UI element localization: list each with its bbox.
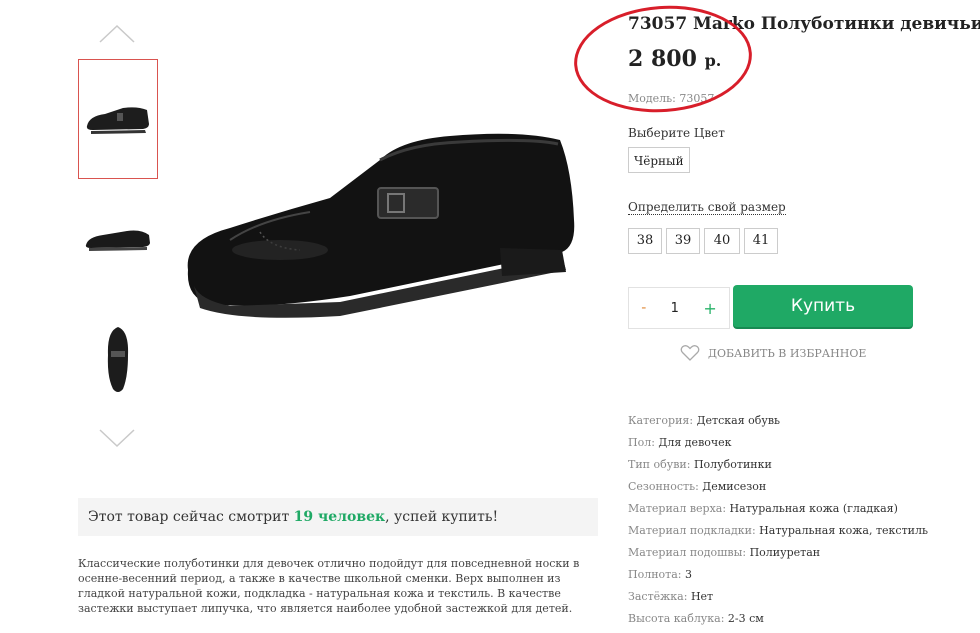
spec-key: Материал подошвы: xyxy=(628,546,747,559)
viewers-banner: Этот товар сейчас смотрит 19 человек, ус… xyxy=(78,498,598,536)
heart-icon xyxy=(680,345,700,361)
thumbnail-1[interactable] xyxy=(78,59,158,179)
spec-key: Высота каблука: xyxy=(628,612,725,625)
viewers-prefix: Этот товар сейчас смотрит xyxy=(88,509,294,525)
spec-value: Натуральная кожа, текстиль xyxy=(759,524,928,537)
color-option-black[interactable]: Чёрный xyxy=(628,147,690,173)
spec-row: Материал подошвы: Полиуретан xyxy=(628,545,968,567)
spec-key: Застёжка: xyxy=(628,590,688,603)
spec-row: Полнота: 3 xyxy=(628,567,968,589)
spec-key: Категория: xyxy=(628,414,694,427)
spec-key: Материал верха: xyxy=(628,502,727,515)
spec-row: Застёжка: Нет xyxy=(628,589,968,611)
thumbnails-up-button[interactable] xyxy=(98,24,136,44)
product-main-image xyxy=(187,133,575,318)
shoe-thumbnail-image xyxy=(86,107,149,134)
chevron-up-icon xyxy=(99,24,135,43)
spec-row: Тип обуви: Полуботинки xyxy=(628,457,968,479)
spec-key: Пол: xyxy=(628,436,655,449)
spec-row: Сезонность: Демисезон xyxy=(628,479,968,501)
size-option[interactable]: 39 xyxy=(666,228,700,254)
spec-row: Категория: Детская обувь xyxy=(628,413,968,435)
viewers-count: 19 человек xyxy=(293,509,386,525)
shoe-side-thumbnail-image xyxy=(85,230,150,251)
quantity-plus-button[interactable]: + xyxy=(703,299,716,318)
chevron-down-icon xyxy=(99,429,135,448)
shoe-top-thumbnail-image xyxy=(107,327,129,392)
add-to-favorites-label: ДОБАВИТЬ В ИЗБРАННОЕ xyxy=(708,346,867,360)
spec-key: Сезонность: xyxy=(628,480,699,493)
size-option[interactable]: 38 xyxy=(628,228,662,254)
size-option[interactable]: 40 xyxy=(704,228,740,254)
spec-value: 2-3 см xyxy=(727,612,764,625)
buy-button[interactable]: Купить xyxy=(733,285,913,327)
quantity-minus-button[interactable]: - xyxy=(641,300,646,316)
thumbnail-2[interactable] xyxy=(78,178,158,298)
product-specs: Категория: Детская обувь Пол: Для девоче… xyxy=(628,413,968,633)
spec-key: Полнота: xyxy=(628,568,682,581)
spec-row: Материал верха: Натуральная кожа (гладка… xyxy=(628,501,968,523)
spec-value: Натуральная кожа (гладкая) xyxy=(729,502,898,515)
spec-value: Для девочек xyxy=(658,436,732,449)
spec-key: Тип обуви: xyxy=(628,458,691,471)
spec-value: 3 xyxy=(685,568,693,581)
thumbnail-3[interactable] xyxy=(78,300,158,420)
spec-value: Демисезон xyxy=(702,480,767,493)
product-description: Классические полуботинки для девочек отл… xyxy=(78,557,580,615)
spec-value: Нет xyxy=(690,590,714,603)
spec-row: Материал подкладки: Натуральная кожа, те… xyxy=(628,523,968,545)
spec-row: Пол: Для девочек xyxy=(628,435,968,457)
spec-value: Полиуретан xyxy=(749,546,821,559)
quantity-value[interactable]: 1 xyxy=(671,301,679,316)
color-label: Выберите Цвет xyxy=(628,126,725,140)
add-to-favorites-link[interactable]: ДОБАВИТЬ В ИЗБРАННОЕ xyxy=(680,344,866,362)
quantity-stepper: - 1 + xyxy=(628,287,730,329)
thumbnails-down-button[interactable] xyxy=(98,428,136,448)
spec-value: Детская обувь xyxy=(696,414,781,427)
spec-key: Материал подкладки: xyxy=(628,524,756,537)
spec-value: Полуботинки xyxy=(693,458,772,471)
size-guide-link[interactable]: Определить свой размер xyxy=(628,200,786,215)
size-option[interactable]: 41 xyxy=(744,228,778,254)
viewers-suffix: , успей купить! xyxy=(385,509,499,525)
